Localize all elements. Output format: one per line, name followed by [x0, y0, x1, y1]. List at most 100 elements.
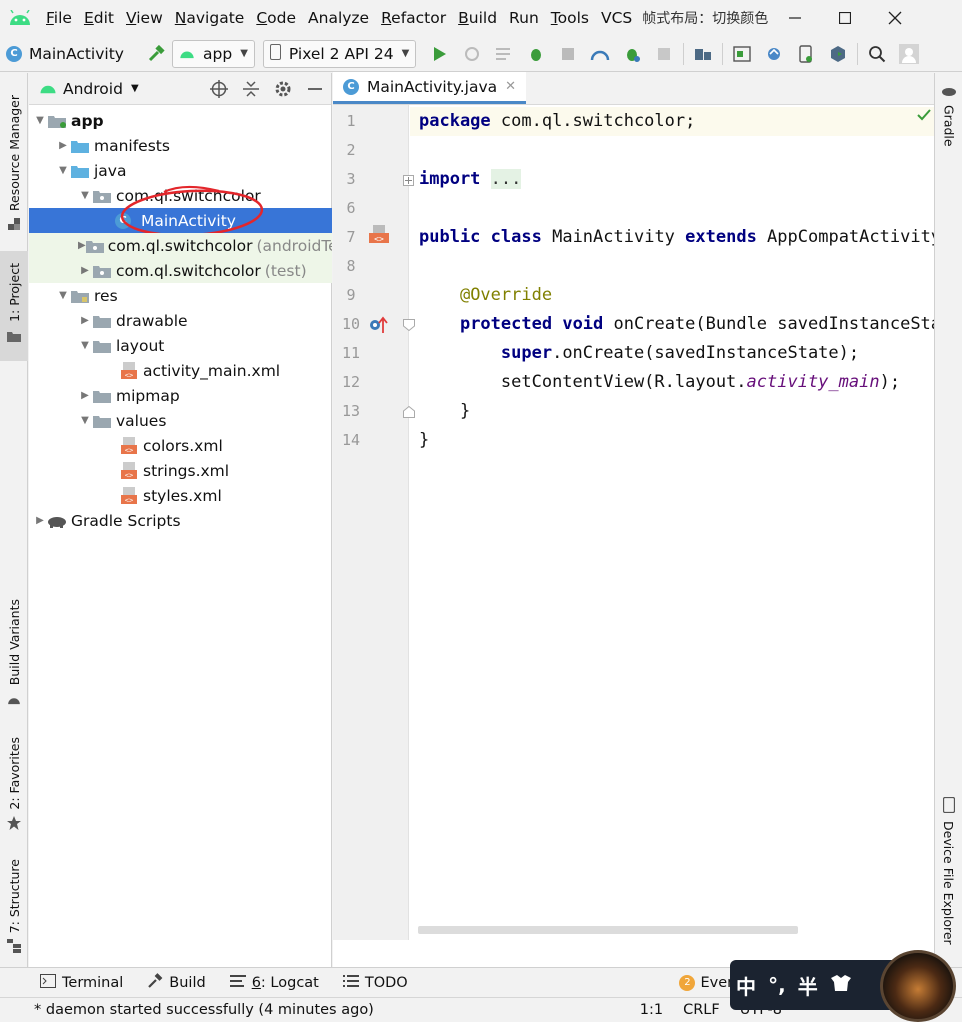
settings-gear-icon[interactable] — [267, 73, 299, 105]
menu-code[interactable]: Code — [250, 0, 302, 36]
tree-item-styles-xml[interactable]: <> styles.xml — [29, 483, 332, 508]
code-line-13[interactable]: } — [410, 397, 934, 426]
gradle-elephant-icon — [47, 508, 67, 533]
tree-item-activity-main-xml[interactable]: <> activity_main.xml — [29, 358, 332, 383]
collapse-all-icon[interactable] — [235, 73, 267, 105]
avd-manager-icon[interactable] — [790, 36, 822, 72]
code-line-1[interactable]: package com.ql.switchcolor; — [410, 107, 934, 136]
stop-icon[interactable] — [648, 36, 680, 72]
menu-edit[interactable]: Edit — [78, 0, 120, 36]
tab-todo[interactable]: TODO — [331, 974, 420, 992]
profile-icon[interactable] — [584, 36, 616, 72]
tree-item-drawable[interactable]: ▶ drawable — [29, 308, 332, 333]
tab-resource-manager[interactable]: Resource Manager — [0, 95, 28, 235]
folder-icon — [92, 333, 112, 358]
tree-item-layout[interactable]: ▼ layout — [29, 333, 332, 358]
tab-terminal[interactable]: Terminal — [0, 973, 135, 992]
tree-item-package-android-test[interactable]: ▶ com.ql.switchcolor (androidTest) — [29, 233, 332, 258]
menu-build[interactable]: Build — [452, 0, 503, 36]
menu-file[interactable]: File — [40, 0, 78, 36]
code-line-12[interactable]: setContentView(R.layout.activity_main); — [410, 368, 934, 397]
ime-half-width-mode[interactable]: 半 — [798, 971, 818, 1000]
navigation-breadcrumb[interactable]: C MainActivity — [0, 45, 140, 63]
ime-chinese-mode[interactable]: 中 — [736, 971, 756, 1000]
tab-gradle[interactable]: Gradle — [941, 83, 957, 147]
menu-run[interactable]: Run — [503, 0, 545, 36]
tree-item-app[interactable]: ▼ app — [29, 108, 332, 133]
account-avatar-icon[interactable] — [893, 36, 925, 72]
tree-item-package-test[interactable]: ▶ com.ql.switchcolor (test) — [29, 258, 332, 283]
horizontal-scrollbar[interactable] — [418, 926, 798, 934]
ime-punctuation-mode[interactable]: °, — [768, 973, 786, 997]
close-tab-icon[interactable]: ✕ — [505, 79, 516, 94]
sdk-manager-icon[interactable] — [822, 36, 854, 72]
menu-view[interactable]: View — [120, 0, 169, 36]
device-select[interactable]: Pixel 2 API 24 ▼ — [262, 39, 417, 68]
sync-gradle-icon[interactable] — [758, 36, 790, 72]
project-panel-header: Android ▼ — [29, 73, 331, 105]
tab-structure[interactable]: 7: Structure — [0, 859, 28, 957]
hide-panel-icon[interactable] — [299, 73, 331, 105]
code-line-7[interactable]: public class MainActivity extends AppCom… — [410, 223, 934, 252]
menu-tools[interactable]: Tools — [545, 0, 595, 36]
code-line-14[interactable]: } — [410, 426, 934, 455]
folded-imports[interactable]: ... — [490, 169, 522, 189]
tree-item-manifests[interactable]: ▶ manifests — [29, 133, 332, 158]
hammer-icon — [147, 972, 163, 993]
ime-avatar-icon[interactable] — [880, 950, 956, 1022]
tree-item-values[interactable]: ▼ values — [29, 408, 332, 433]
code-line-3[interactable]: import ... — [410, 165, 934, 194]
menu-analyze[interactable]: Analyze — [302, 0, 375, 36]
run-with-coverage-icon[interactable] — [616, 36, 648, 72]
ime-skin-icon[interactable] — [830, 973, 852, 997]
layout-inspector-icon[interactable] — [726, 36, 758, 72]
line-separator[interactable]: CRLF — [683, 1002, 720, 1018]
apply-code-changes-icon[interactable] — [488, 36, 520, 72]
tree-item-mipmap[interactable]: ▶ mipmap — [29, 383, 332, 408]
folder-icon — [7, 328, 21, 346]
project-tool-window: Android ▼ ▼ app ▶ manifests ▼ java ▼ com… — [29, 73, 332, 967]
tree-item-gradle-scripts[interactable]: ▶ Gradle Scripts — [29, 508, 332, 533]
search-icon[interactable] — [861, 36, 893, 72]
tab-project[interactable]: 1: Project — [0, 251, 28, 361]
run-icon[interactable] — [424, 36, 456, 72]
code-area[interactable]: package com.ql.switchcolor; import ... p… — [410, 105, 934, 940]
status-message[interactable]: * daemon started successfully (4 minutes… — [34, 1002, 374, 1018]
code-line-9[interactable]: @Override — [410, 281, 934, 310]
close-window-icon[interactable] — [870, 0, 920, 36]
minimize-icon[interactable] — [770, 0, 820, 36]
menu-navigate[interactable]: Navigate — [169, 0, 251, 36]
layout-file-gutter-icon[interactable]: <> — [369, 225, 391, 251]
dropdown-arrow-icon[interactable]: ▼ — [131, 83, 139, 94]
maximize-icon[interactable] — [820, 0, 870, 36]
tab-logcat[interactable]: 6: Logcat — [218, 974, 331, 992]
project-view-mode-select[interactable]: Android — [63, 80, 123, 98]
line-number: 3 — [346, 170, 356, 188]
code-line-10[interactable]: protected void onCreate(Bundle savedInst… — [410, 310, 934, 339]
menu-refactor[interactable]: Refactor — [375, 0, 452, 36]
apply-changes-icon[interactable] — [456, 36, 488, 72]
tree-item-colors-xml[interactable]: <> colors.xml — [29, 433, 332, 458]
attach-debugger-icon[interactable] — [552, 36, 584, 72]
tab-device-file-explorer[interactable]: Device File Explorer — [941, 796, 956, 945]
line-number: 11 — [341, 344, 361, 362]
override-method-icon[interactable] — [369, 316, 389, 338]
debug-icon[interactable] — [520, 36, 552, 72]
tree-item-res[interactable]: ▼ res — [29, 283, 332, 308]
locate-file-icon[interactable] — [203, 73, 235, 105]
menu-vcs[interactable]: VCS — [595, 0, 638, 36]
inspection-ok-check-icon[interactable] — [917, 107, 931, 125]
run-configuration-select[interactable]: app ▼ — [172, 39, 255, 68]
code-line-11[interactable]: super.onCreate(savedInstanceState); — [410, 339, 934, 368]
tree-item-java[interactable]: ▼ java — [29, 158, 332, 183]
tree-item-strings-xml[interactable]: <> strings.xml — [29, 458, 332, 483]
hammer-build-icon[interactable] — [140, 36, 172, 72]
editor-tab-bar: C MainActivity.java ✕ — [333, 72, 934, 105]
collapsed-arrow-icon: ▶ — [36, 515, 44, 526]
tab-build-variants[interactable]: Build Variants — [0, 599, 28, 709]
tab-mainactivity-java[interactable]: C MainActivity.java ✕ — [333, 72, 527, 104]
project-structure-icon[interactable] — [687, 36, 719, 72]
tab-build[interactable]: Build — [135, 972, 217, 993]
tab-favorites[interactable]: 2: Favorites — [0, 737, 28, 834]
caret-position[interactable]: 1:1 — [640, 1002, 663, 1018]
